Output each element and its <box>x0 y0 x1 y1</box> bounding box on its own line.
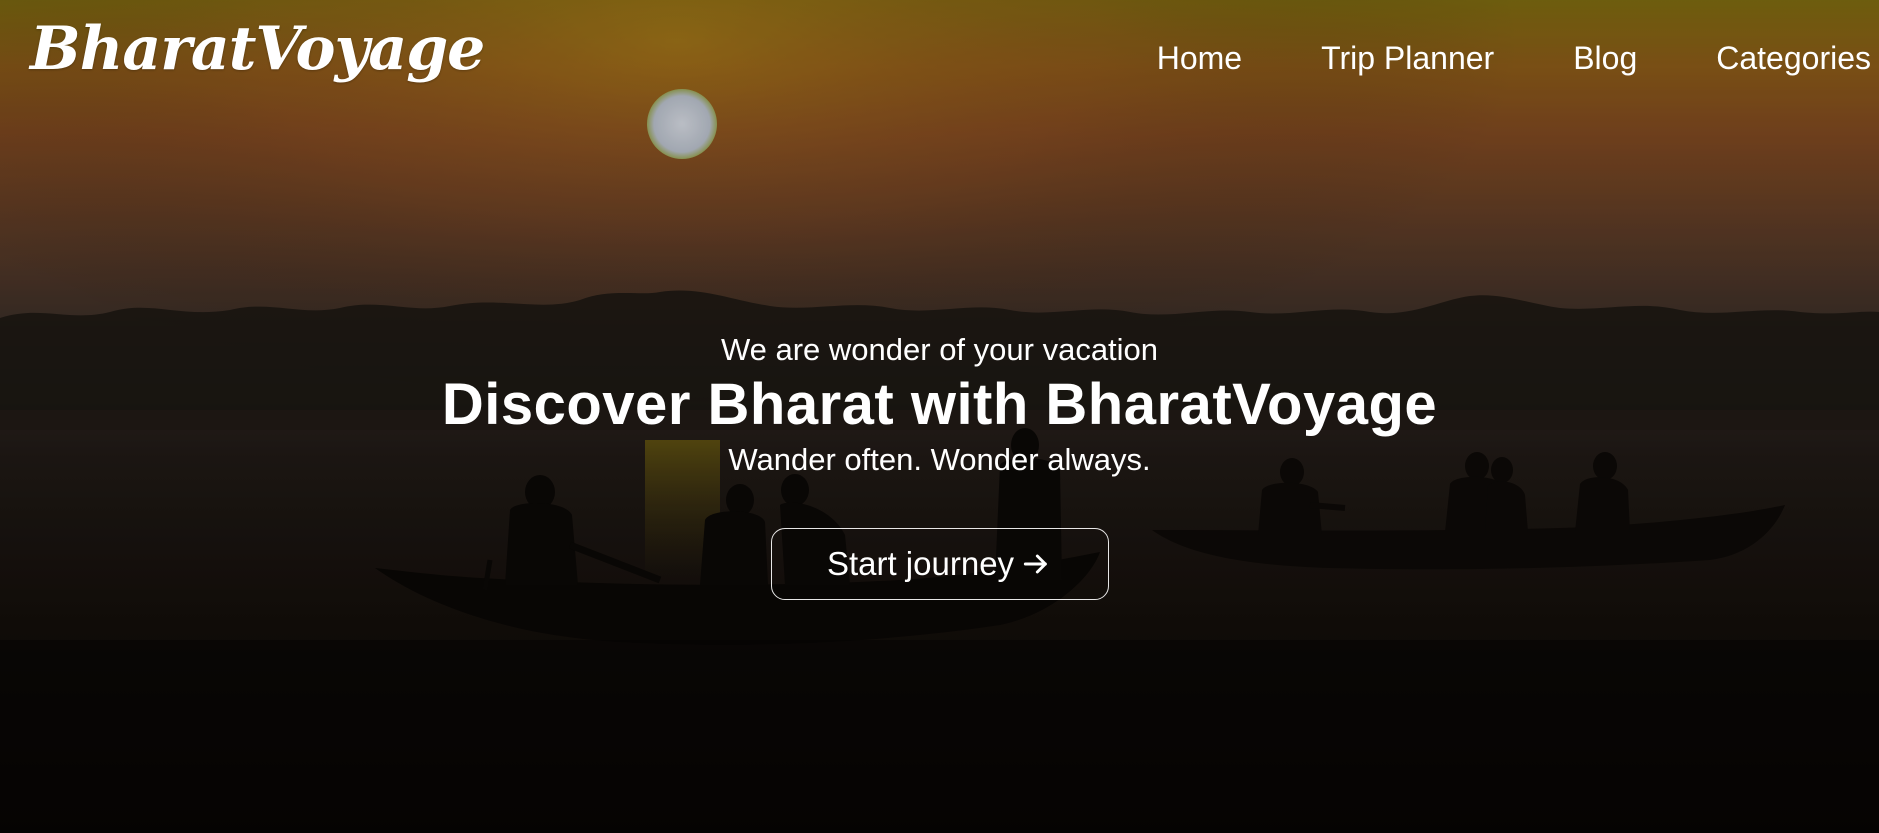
nav-item-blog[interactable]: Blog <box>1573 40 1637 77</box>
hero-content: We are wonder of your vacation Discover … <box>0 330 1879 600</box>
hero-section: BharatVoyage Home Trip Planner Blog Cate… <box>0 0 1879 833</box>
navbar: BharatVoyage Home Trip Planner Blog Cate… <box>0 0 1879 120</box>
nav-item-home[interactable]: Home <box>1157 40 1242 77</box>
start-journey-label: Start journey <box>826 545 1015 582</box>
hero-subline: Wander often. Wonder always. <box>728 442 1151 477</box>
start-journey-button[interactable]: Start journey <box>770 528 1109 600</box>
nav-menu: Home Trip Planner Blog Categories <box>1157 40 1871 77</box>
arrow-right-icon <box>1023 554 1047 574</box>
brand-logo[interactable]: BharatVoyage <box>30 14 485 84</box>
nav-item-categories[interactable]: Categories <box>1716 40 1871 77</box>
hero-headline: Discover Bharat with BharatVoyage <box>441 372 1438 437</box>
nav-item-trip-planner[interactable]: Trip Planner <box>1321 40 1494 77</box>
hero-tagline: We are wonder of your vacation <box>720 332 1159 367</box>
